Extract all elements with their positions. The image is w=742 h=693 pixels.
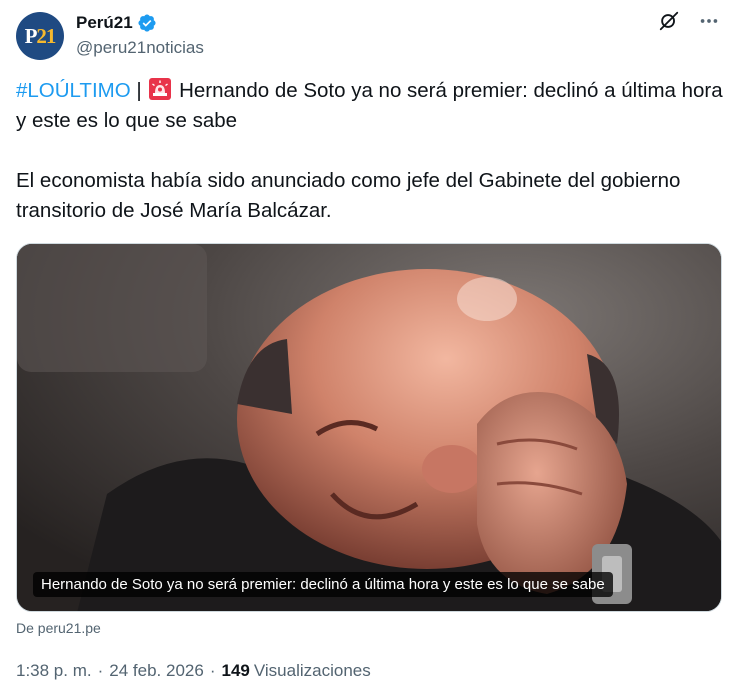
display-name[interactable]: Perú21 [76,13,133,33]
tweet-header: P21 Perú21 @peru21noticias [16,10,726,62]
siren-icon [149,78,172,100]
tweet-time[interactable]: 1:38 p. m. [16,661,92,681]
verified-badge-icon[interactable] [137,13,157,33]
header-actions [658,10,720,32]
portrait-photo [17,244,721,611]
views-label[interactable]: Visualizaciones [254,661,371,681]
avatar-logo: P21 [24,23,57,48]
media-caption: Hernando de Soto ya no será premier: dec… [33,572,613,597]
tweet-date[interactable]: 24 feb. 2026 [109,661,204,681]
avatar[interactable]: P21 [16,12,64,60]
author-handle[interactable]: @peru21noticias [76,38,204,58]
separator: | [130,79,148,102]
tweet-meta: 1:38 p. m. · 24 feb. 2026 · 149 Visualiz… [16,661,371,681]
meta-separator: · [97,661,104,680]
views-count[interactable]: 149 [221,661,249,681]
tweet-card: P21 Perú21 @peru21noticias #LOÚLTIMO | H… [0,0,742,693]
tweet-headline-line: #LOÚLTIMO | Hernando de Soto ya no será … [16,76,728,136]
tweet-text: #LOÚLTIMO | Hernando de Soto ya no será … [16,76,728,226]
meta-separator: · [209,661,216,680]
author-names: Perú21 @peru21noticias [76,12,204,58]
link-card-image[interactable]: Hernando de Soto ya no será premier: dec… [16,243,722,612]
link-source[interactable]: De peru21.pe [16,620,101,636]
more-options-icon[interactable] [698,10,720,32]
hashtag-link[interactable]: #LOÚLTIMO [16,79,131,102]
tweet-paragraph: El economista había sido anunciado como … [16,169,681,222]
grok-icon[interactable] [658,10,680,32]
